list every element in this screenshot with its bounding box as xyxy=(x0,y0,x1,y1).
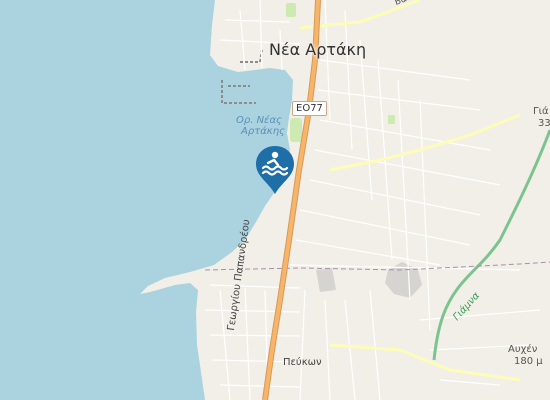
map-base xyxy=(0,0,550,400)
edge-label-right-bottom-1: Αυχέν xyxy=(508,344,538,355)
map-view[interactable]: Νέα Αρτάκη Ορ. Νέας Αρτάκης ΕΟ77 Βα Γεωρ… xyxy=(0,0,550,400)
swimming-icon xyxy=(256,146,294,194)
edge-label-right-bottom-2: 180 μ xyxy=(514,356,543,367)
water-label-line1: Ορ. Νέας xyxy=(236,115,282,126)
edge-label-right-top-1: Γιά xyxy=(533,106,549,117)
water-label-line2: Αρτάκης xyxy=(241,126,285,137)
street-label-small: Πεύκων xyxy=(283,357,322,368)
town-label: Νέα Αρτάκη xyxy=(269,40,367,59)
edge-label-right-top-2: 33 xyxy=(538,118,550,129)
road-badge: ΕΟ77 xyxy=(292,101,327,116)
beach-marker[interactable] xyxy=(254,144,296,196)
